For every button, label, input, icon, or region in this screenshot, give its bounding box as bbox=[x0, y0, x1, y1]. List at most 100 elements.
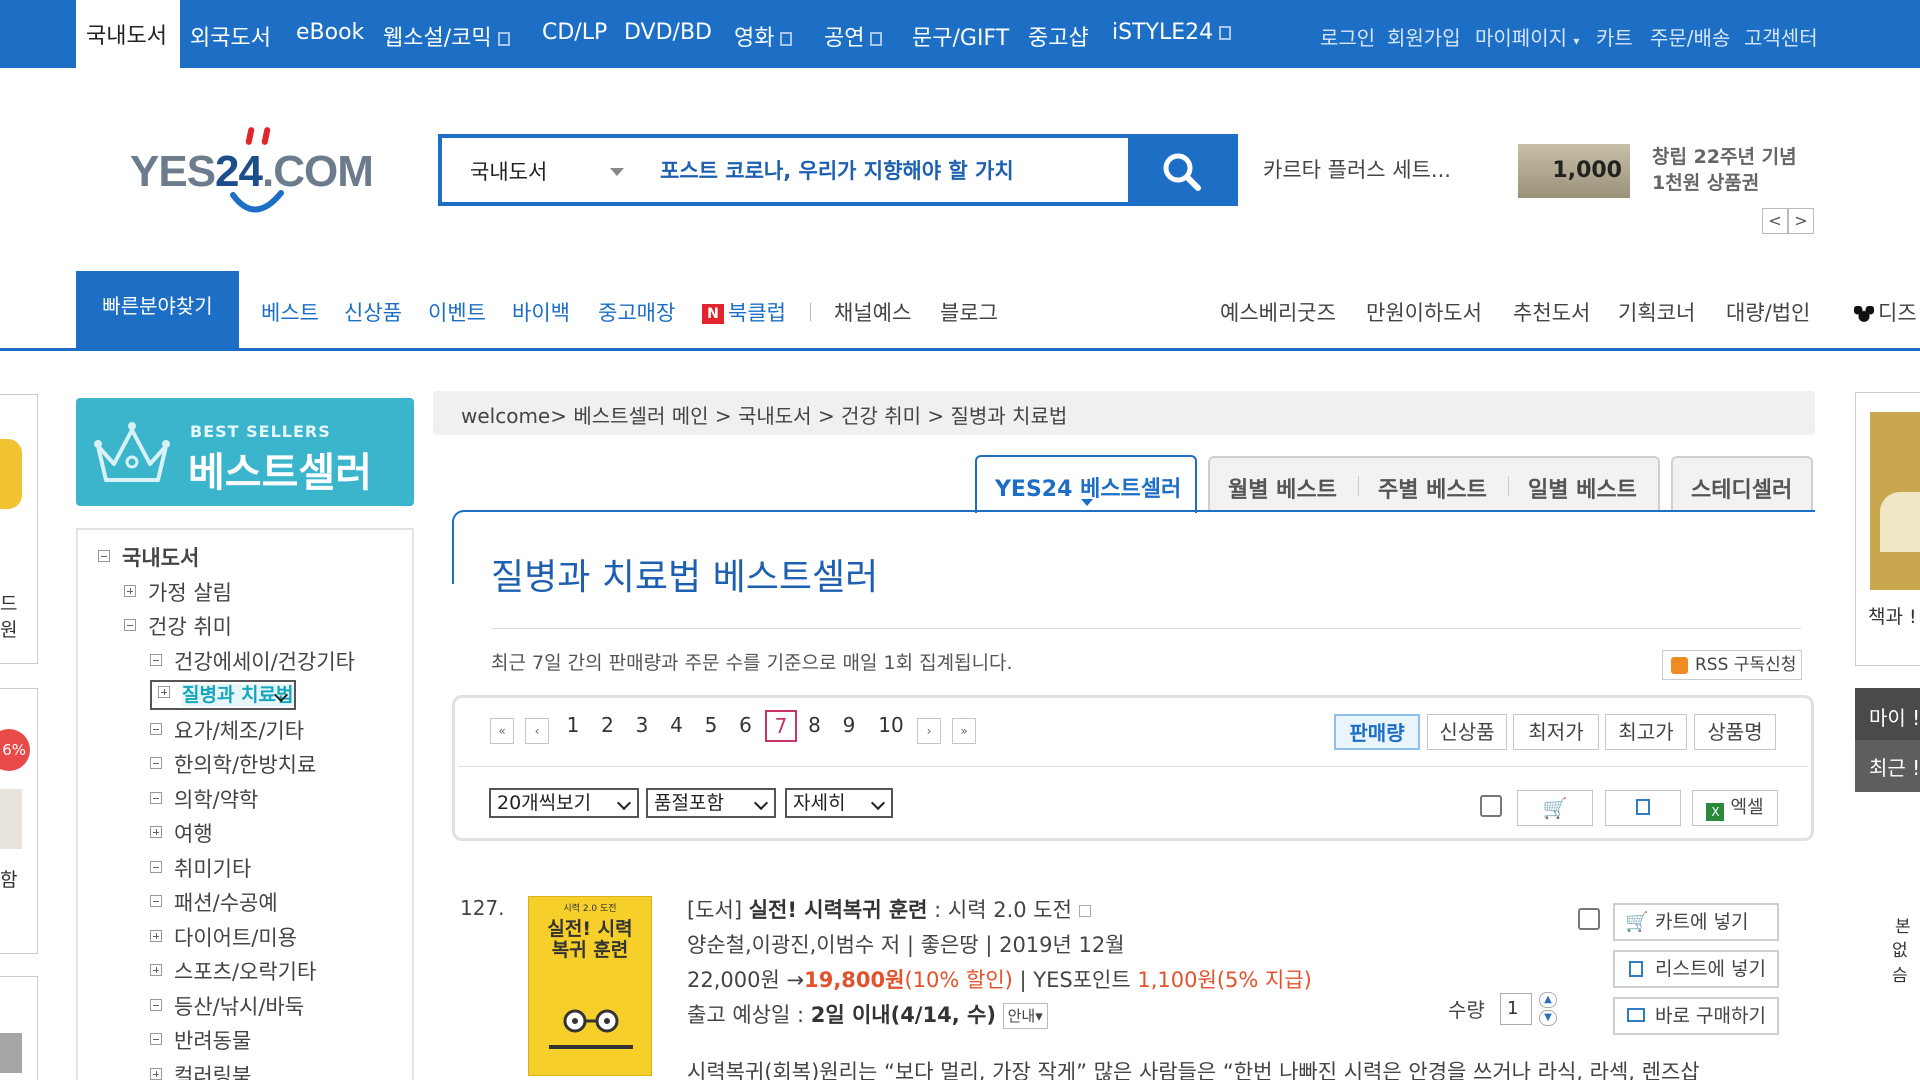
tab-yes24-bestseller[interactable]: YES24 베스트셀러 bbox=[975, 455, 1197, 513]
page-number[interactable]: 7 bbox=[765, 710, 797, 742]
quantity-input[interactable]: 1 bbox=[1500, 993, 1532, 1025]
buy-now-button[interactable]: 바로 구매하기 bbox=[1613, 997, 1779, 1035]
tab-cd-lp[interactable]: CD/LP bbox=[542, 20, 607, 45]
sort-option[interactable]: 최고가 bbox=[1605, 714, 1687, 750]
expand-icon[interactable] bbox=[150, 929, 162, 942]
tree-item[interactable]: 스포츠/오락기타 bbox=[150, 956, 316, 986]
search-category-select[interactable]: 국내도서 bbox=[470, 156, 547, 186]
tree-item[interactable]: 의학/약학 bbox=[150, 784, 258, 814]
collapse-icon[interactable] bbox=[150, 1033, 162, 1045]
order-link[interactable]: 주문/배송 bbox=[1650, 22, 1730, 51]
collapse-icon[interactable] bbox=[150, 998, 162, 1011]
quick-category-button[interactable]: 빠른분야찾기 bbox=[76, 271, 239, 351]
tab-movie[interactable]: 영화 bbox=[734, 20, 793, 52]
excel-button[interactable]: X 엑셀 bbox=[1692, 790, 1778, 826]
page-number[interactable]: 9 bbox=[834, 713, 864, 737]
nav-special[interactable]: 기획코너 bbox=[1618, 297, 1695, 327]
page-number[interactable]: 8 bbox=[800, 713, 830, 737]
tree-item[interactable]: 요가/체조/기타 bbox=[150, 715, 304, 745]
page-number[interactable]: 10 bbox=[876, 713, 906, 737]
select-all-checkbox[interactable] bbox=[1480, 795, 1502, 817]
header-ad-link[interactable]: 카르타 플러스 세트... bbox=[1263, 154, 1451, 184]
expand-icon[interactable] bbox=[150, 1067, 162, 1080]
nav-recommended[interactable]: 추천도서 bbox=[1513, 297, 1590, 327]
nav-channel-yes[interactable]: 채널예스 bbox=[834, 297, 911, 327]
tab-domestic-books[interactable]: 국내도서 bbox=[76, 0, 180, 68]
nav-buyback[interactable]: 바이백 bbox=[512, 297, 570, 327]
add-to-cart-button[interactable]: 🛒 카트에 넣기 bbox=[1613, 903, 1779, 941]
author-link[interactable]: 양순철,이광진,이범수 저 bbox=[687, 933, 900, 957]
nav-bulk[interactable]: 대량/법인 bbox=[1726, 297, 1810, 327]
banner-next-button[interactable]: > bbox=[1788, 208, 1814, 234]
mypage-link[interactable]: 마이페이지 ▾ bbox=[1475, 22, 1579, 51]
tree-item[interactable]: 건강에세이/건강기타 bbox=[150, 646, 355, 676]
tab-used-shop[interactable]: 중고샵 bbox=[1028, 20, 1089, 52]
quick-menu-my[interactable]: 마이 ! bbox=[1869, 702, 1920, 731]
tab-daily[interactable]: 일별 베스트 bbox=[1528, 472, 1637, 504]
tab-istyle24[interactable]: iSTYLE24 bbox=[1112, 20, 1232, 45]
nav-used-store[interactable]: 중고매장 bbox=[598, 297, 675, 327]
tab-performance[interactable]: 공연 bbox=[824, 20, 883, 52]
expand-icon[interactable] bbox=[150, 826, 162, 838]
search-button[interactable] bbox=[1128, 134, 1236, 206]
collapse-icon[interactable] bbox=[150, 791, 162, 804]
tab-webnovel[interactable]: 웹소설/코믹 bbox=[383, 20, 510, 52]
tree-item[interactable]: 한의학/한방치료 bbox=[150, 749, 316, 779]
expand-icon[interactable] bbox=[150, 964, 162, 976]
tree-item[interactable]: 가정 살림 bbox=[124, 577, 232, 607]
gift-card-text[interactable]: 창립 22주년 기념 1천원 상품권 bbox=[1652, 144, 1797, 196]
gift-card-image[interactable]: 1,000 bbox=[1518, 144, 1630, 198]
page-number[interactable]: 2 bbox=[593, 713, 623, 737]
first-page-button[interactable]: « bbox=[490, 718, 514, 744]
nav-under-10000[interactable]: 만원이하도서 bbox=[1366, 297, 1482, 327]
tab-stationery[interactable]: 문구/GIFT bbox=[912, 20, 1009, 52]
collapse-icon[interactable] bbox=[150, 757, 162, 769]
tree-item[interactable]: 반려동물 bbox=[150, 1025, 251, 1055]
tree-item[interactable]: 질병과 치료법 bbox=[150, 680, 296, 710]
cart-selected-button[interactable]: 🛒 bbox=[1517, 790, 1593, 826]
yes24-logo[interactable]: YES24.COM bbox=[130, 125, 380, 220]
tree-item[interactable]: 패션/수공예 bbox=[150, 887, 278, 917]
list-selected-button[interactable] bbox=[1605, 790, 1681, 826]
prev-page-button[interactable]: ‹ bbox=[525, 718, 549, 744]
last-page-button[interactable]: » bbox=[952, 718, 976, 744]
tab-weekly[interactable]: 주별 베스트 bbox=[1378, 472, 1487, 504]
page-number[interactable]: 4 bbox=[662, 713, 692, 737]
nav-bookclub[interactable]: N 북클럽 bbox=[702, 297, 786, 327]
next-page-button[interactable]: › bbox=[917, 718, 941, 744]
page-number[interactable]: 6 bbox=[731, 713, 761, 737]
expand-icon[interactable] bbox=[158, 686, 170, 698]
tree-item[interactable]: 컬러링북 bbox=[150, 1060, 251, 1080]
tree-item[interactable]: 취미기타 bbox=[150, 853, 251, 883]
tab-steadyseller[interactable]: 스테디셀러 bbox=[1671, 456, 1813, 512]
book-cover[interactable]: 시력 2.0 도전 실전! 시력복귀 훈련 bbox=[528, 896, 652, 1076]
cart-link[interactable]: 카트 bbox=[1596, 22, 1633, 51]
nav-goods[interactable]: 예스베리굿즈 bbox=[1220, 297, 1336, 327]
signup-link[interactable]: 회원가입 bbox=[1387, 22, 1461, 51]
detail-view-select[interactable]: 자세히 bbox=[785, 788, 893, 818]
tree-item[interactable]: 국내도서 bbox=[98, 542, 199, 572]
page-number[interactable]: 3 bbox=[627, 713, 657, 737]
collapse-icon[interactable] bbox=[98, 550, 110, 562]
tab-ebook[interactable]: eBook bbox=[296, 20, 364, 45]
collapse-icon[interactable] bbox=[124, 619, 136, 631]
sort-option[interactable]: 판매량 bbox=[1334, 714, 1420, 750]
tab-dvd-bd[interactable]: DVD/BD bbox=[624, 20, 712, 45]
collapse-icon[interactable] bbox=[150, 722, 162, 735]
add-to-list-button[interactable]: 리스트에 넣기 bbox=[1613, 950, 1779, 988]
left-ad-panel-3[interactable] bbox=[0, 976, 38, 1080]
collapse-icon[interactable] bbox=[150, 860, 162, 873]
nav-event[interactable]: 이벤트 bbox=[428, 297, 486, 327]
sort-option[interactable]: 신상품 bbox=[1427, 714, 1507, 750]
customer-center-link[interactable]: 고객센터 bbox=[1744, 22, 1818, 51]
tree-item[interactable]: 등산/낚시/바둑 bbox=[150, 991, 304, 1021]
tab-monthly[interactable]: 월별 베스트 bbox=[1228, 472, 1337, 504]
stock-filter-select[interactable]: 품절포함 bbox=[646, 788, 776, 818]
shipping-info-button[interactable]: 안내▾ bbox=[1002, 1003, 1048, 1029]
view-count-select[interactable]: 20개씩보기 bbox=[489, 788, 639, 818]
page-number[interactable]: 5 bbox=[696, 713, 726, 737]
quick-menu-recent[interactable]: 최근 ! bbox=[1855, 740, 1920, 792]
left-ad-panel-2[interactable]: 6% 함 bbox=[0, 688, 38, 954]
nav-new[interactable]: 신상품 bbox=[344, 297, 402, 327]
publisher-link[interactable]: 좋은땅 bbox=[921, 933, 979, 957]
